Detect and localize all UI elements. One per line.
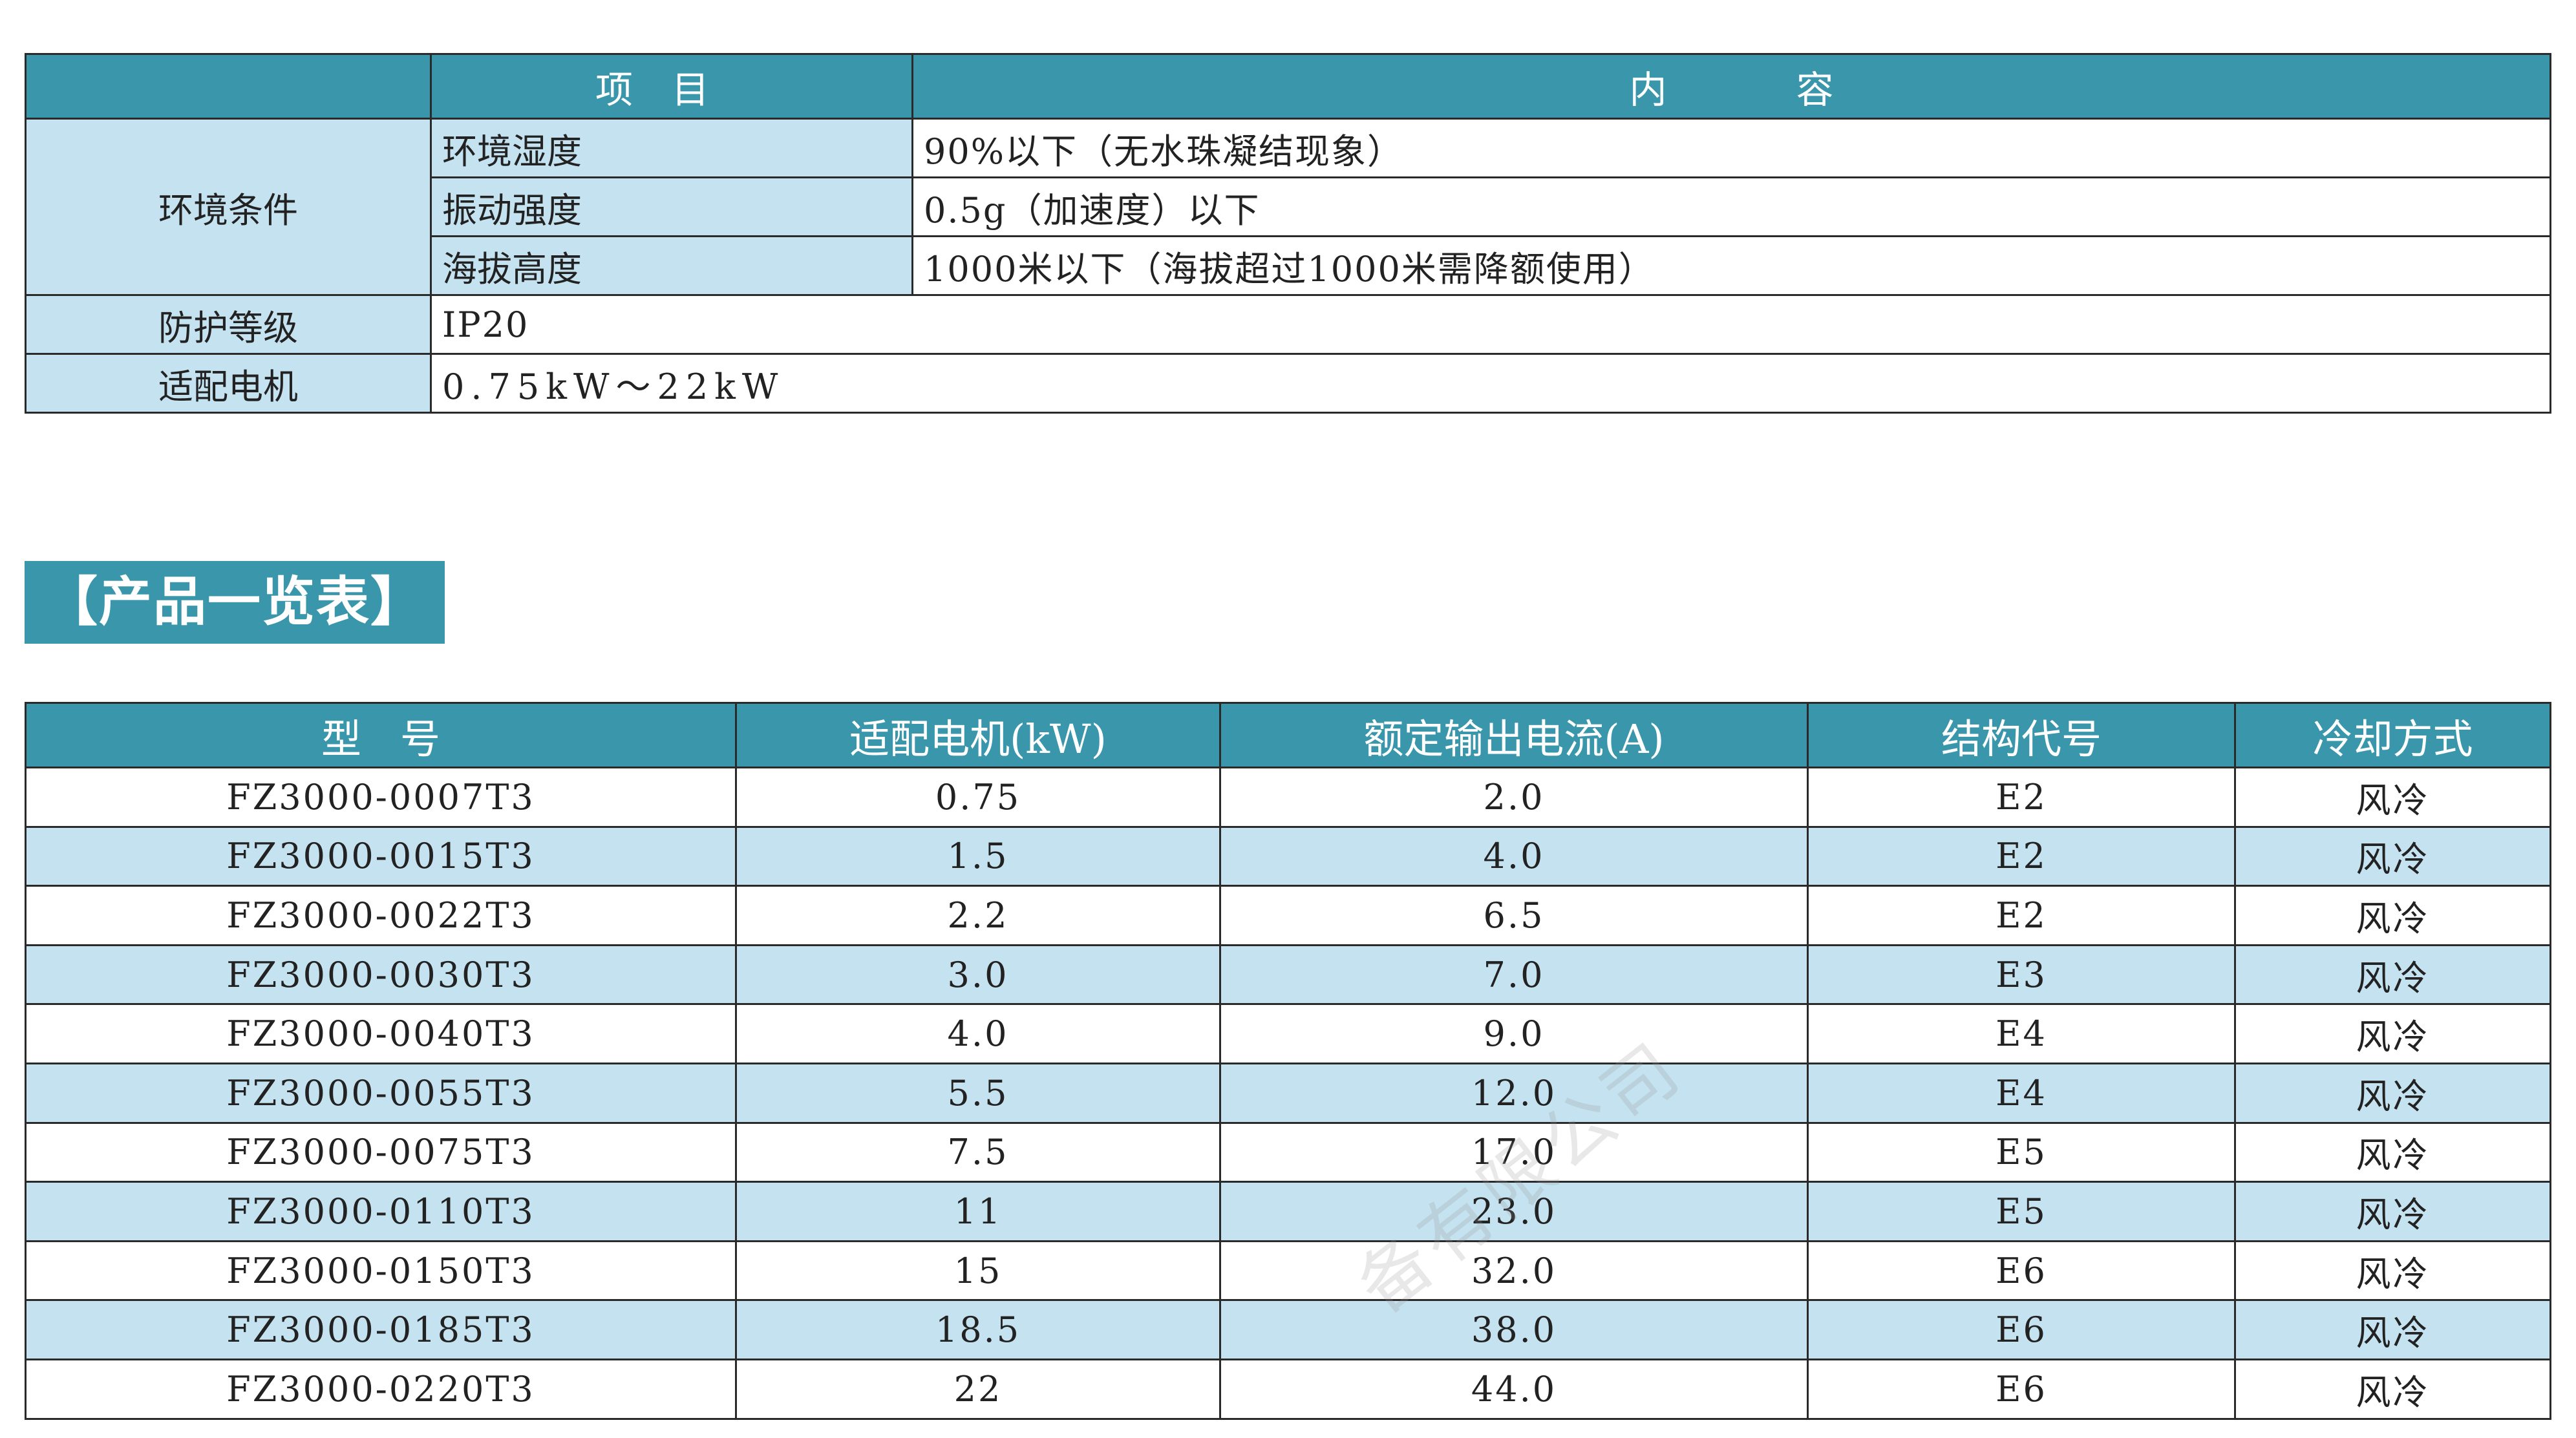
cell-rated-current: 7.0 [1219,944,1809,1006]
cell-model: FZ3000-0015T3 [25,825,737,887]
cell-cooling: 风冷 [2234,1240,2551,1302]
cell-cooling: 风冷 [2234,1358,2551,1420]
cell-motor-kw: 0.75 [735,767,1221,828]
spec-row-protection: 防护等级 IP20 [25,294,2551,355]
spec-label-vibration: 振动强度 [430,176,913,237]
spec-value-humidity: 90%以下（无水珠凝结现象） [911,118,2551,178]
cell-structure-code: E5 [1807,1121,2236,1183]
table-row: FZ3000-0007T3 0.75 2.0 E2 风冷 [25,767,2551,828]
table-row: FZ3000-0055T3 5.5 12.0 E4 风冷 [25,1062,2551,1124]
spec-label-altitude: 海拔高度 [430,235,913,296]
table-row: FZ3000-0075T3 7.5 17.0 E5 风冷 [25,1121,2551,1183]
cell-structure-code: E2 [1807,825,2236,887]
product-header-current: 额定输出电流(A) [1219,702,1809,768]
cell-structure-code: E2 [1807,885,2236,946]
table-row: FZ3000-0022T3 2.2 6.5 E2 风冷 [25,885,2551,946]
cell-model: FZ3000-0150T3 [25,1240,737,1302]
cell-cooling: 风冷 [2234,1062,2551,1124]
cell-rated-current: 6.5 [1219,885,1809,946]
spec-value-motor: 0.75kW～22kW [430,353,2551,414]
cell-model: FZ3000-0220T3 [25,1358,737,1420]
product-header-row: 型号 适配电机(kW) 额定输出电流(A) 结构代号 冷却方式 [25,702,2551,768]
cell-model: FZ3000-0040T3 [25,1003,737,1064]
spec-header-item: 项目 [430,53,913,120]
spec-header-content: 内容 [911,53,2551,120]
cell-rated-current: 2.0 [1219,767,1809,828]
cell-structure-code: E5 [1807,1181,2236,1242]
cell-motor-kw: 11 [735,1181,1221,1242]
cell-motor-kw: 3.0 [735,944,1221,1006]
cell-structure-code: E3 [1807,944,2236,1006]
cell-rated-current: 44.0 [1219,1358,1809,1420]
cell-rated-current: 23.0 [1219,1181,1809,1242]
cell-rated-current: 17.0 [1219,1121,1809,1183]
cell-motor-kw: 7.5 [735,1121,1221,1183]
cell-model: FZ3000-0110T3 [25,1181,737,1242]
table-row: FZ3000-0030T3 3.0 7.0 E3 风冷 [25,944,2551,1006]
cell-cooling: 风冷 [2234,885,2551,946]
cell-motor-kw: 22 [735,1358,1221,1420]
cell-rated-current: 9.0 [1219,1003,1809,1064]
cell-cooling: 风冷 [2234,1121,2551,1183]
spec-value-protection: IP20 [430,294,2551,355]
spec-table: 项目 内容 环境条件 环境湿度 90%以下（无水珠凝结现象） 振动强度 0.5g… [25,53,2551,414]
cell-structure-code: E6 [1807,1240,2236,1302]
cell-cooling: 风冷 [2234,767,2551,828]
cell-model: FZ3000-0030T3 [25,944,737,1006]
spec-row-humidity: 环境条件 环境湿度 90%以下（无水珠凝结现象） [25,118,2551,296]
spec-value-vibration: 0.5g（加速度）以下 [911,176,2551,237]
table-row: FZ3000-0185T3 18.5 38.0 E6 风冷 [25,1299,2551,1360]
cell-rated-current: 4.0 [1219,825,1809,887]
cell-structure-code: E2 [1807,767,2236,828]
cell-model: FZ3000-0075T3 [25,1121,737,1183]
table-row: FZ3000-0150T3 15 32.0 E6 风冷 [25,1240,2551,1302]
cell-model: FZ3000-0022T3 [25,885,737,946]
cell-model: FZ3000-0185T3 [25,1299,737,1360]
cell-motor-kw: 15 [735,1240,1221,1302]
product-header-motor: 适配电机(kW) [735,702,1221,768]
product-table: 型号 适配电机(kW) 额定输出电流(A) 结构代号 冷却方式 FZ3000-0… [25,702,2551,1420]
cell-motor-kw: 2.2 [735,885,1221,946]
cell-motor-kw: 1.5 [735,825,1221,887]
spec-category-environment: 环境条件 [25,118,432,296]
cell-rated-current: 32.0 [1219,1240,1809,1302]
product-table-body: FZ3000-0007T3 0.75 2.0 E2 风冷 FZ3000-0015T3 1.5… [25,767,2551,1420]
cell-structure-code: E4 [1807,1062,2236,1124]
table-row: FZ3000-0110T3 11 23.0 E5 风冷 [25,1181,2551,1242]
cell-rated-current: 12.0 [1219,1062,1809,1124]
spec-label-humidity: 环境湿度 [430,118,913,178]
product-header-model: 型号 [25,702,737,768]
cell-rated-current: 38.0 [1219,1299,1809,1360]
cell-model: FZ3000-0007T3 [25,767,737,828]
spec-label-motor: 适配电机 [25,353,432,414]
spec-row-motor: 适配电机 0.75kW～22kW [25,353,2551,414]
cell-motor-kw: 18.5 [735,1299,1221,1360]
section-title-product-list: 【产品一览表】 [25,561,445,644]
table-row: FZ3000-0040T3 4.0 9.0 E4 风冷 [25,1003,2551,1064]
cell-cooling: 风冷 [2234,1181,2551,1242]
cell-structure-code: E6 [1807,1299,2236,1360]
spec-header-blank [25,53,432,120]
product-header-cooling: 冷却方式 [2234,702,2551,768]
cell-motor-kw: 4.0 [735,1003,1221,1064]
spec-header-row: 项目 内容 [25,53,2551,120]
cell-model: FZ3000-0055T3 [25,1062,737,1124]
table-row: FZ3000-0015T3 1.5 4.0 E2 风冷 [25,825,2551,887]
table-row: FZ3000-0220T3 22 44.0 E6 风冷 [25,1358,2551,1420]
product-header-structure: 结构代号 [1807,702,2236,768]
spec-label-protection: 防护等级 [25,294,432,355]
cell-structure-code: E4 [1807,1003,2236,1064]
cell-motor-kw: 5.5 [735,1062,1221,1124]
cell-cooling: 风冷 [2234,1299,2551,1360]
cell-cooling: 风冷 [2234,944,2551,1006]
cell-structure-code: E6 [1807,1358,2236,1420]
cell-cooling: 风冷 [2234,1003,2551,1064]
spec-value-altitude: 1000米以下（海拔超过1000米需降额使用） [911,235,2551,296]
cell-cooling: 风冷 [2234,825,2551,887]
